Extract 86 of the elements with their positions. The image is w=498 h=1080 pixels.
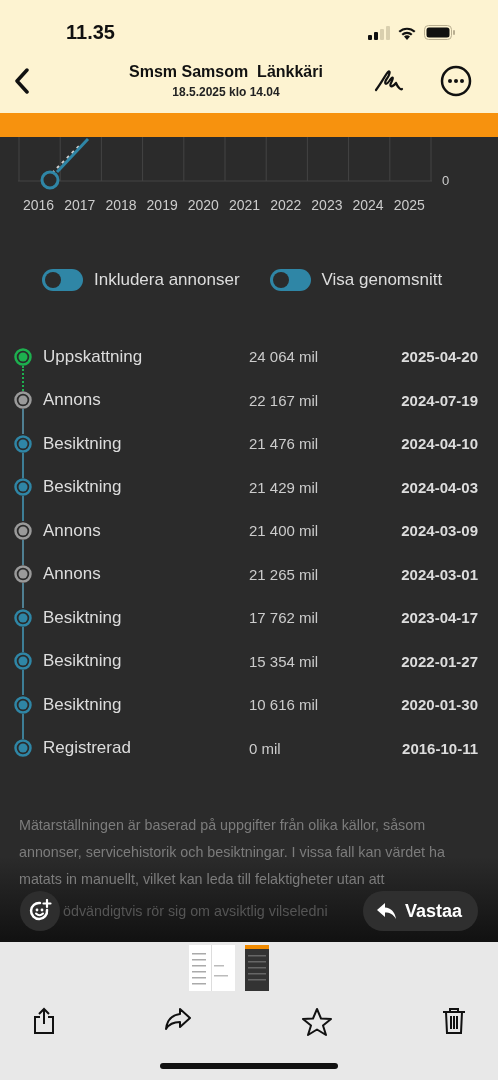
year-label: 2022 [269, 197, 303, 213]
chevron-left-icon [14, 68, 30, 94]
more-icon [440, 65, 472, 97]
mileage-value: 21 265 mil [249, 565, 320, 583]
wifi-icon [397, 25, 417, 40]
chart-line-drawing [40, 137, 90, 190]
year-label: 2025 [392, 197, 426, 213]
scribble-icon [374, 68, 404, 94]
timeline-dot [14, 521, 32, 540]
reply-icon [376, 903, 397, 919]
timeline-dot [14, 608, 32, 627]
year-label: 2021 [227, 197, 262, 213]
timeline-connector [22, 539, 24, 565]
screenshot-thumbnail[interactable] [245, 945, 269, 991]
mileage-value: 15 354 mil [249, 652, 320, 670]
event-date: 2024-04-10 [401, 435, 478, 453]
timeline-dot [14, 434, 32, 453]
reply-button[interactable]: Vastaa [362, 891, 478, 931]
timeline-dot [14, 695, 32, 714]
event-date: 2024-03-01 [401, 565, 478, 583]
event-type: Annons [43, 520, 102, 541]
timeline-dot [14, 347, 32, 366]
event-type: Besiktning [43, 607, 123, 628]
event-type: Annons [43, 390, 102, 411]
year-label: 2020 [186, 197, 220, 213]
timeline-connector [22, 409, 24, 435]
disclaimer-text: Mätarställningen är baserad på uppgifter från olika källor, såsom annonser, servicehistorik och besiktningar. I vissa fall kan värdet ha matats in manuellt, vilket kan leda till felaktigheter utan att [18, 816, 446, 889]
timeline-dot [14, 391, 32, 410]
timeline-connector [22, 365, 24, 391]
mileage-value: 17 762 mil [249, 609, 320, 627]
year-label: 2017 [63, 197, 97, 213]
mileage-value: 21 429 mil [249, 478, 320, 496]
mileage-value: 21 476 mil [249, 435, 320, 453]
timeline-dot [14, 478, 32, 497]
year-label: 2024 [351, 197, 385, 213]
event-type: Besiktning [43, 477, 123, 498]
event-date: 2020-01-30 [401, 696, 478, 714]
mileage-value: 24 064 mil [249, 348, 320, 366]
star-icon [301, 1007, 333, 1037]
year-label: 2019 [145, 197, 179, 213]
status-time: 11.35 [66, 21, 115, 44]
year-label: 2018 [104, 197, 138, 213]
signal-icon [368, 25, 390, 40]
trash-icon [442, 1007, 466, 1035]
event-date: 2024-04-03 [401, 478, 478, 496]
event-type: Registrerad [43, 738, 132, 759]
timeline-dot [14, 739, 32, 758]
event-type: Besiktning [43, 694, 123, 715]
mileage-value: 0 mil [249, 739, 282, 757]
toggle-switch[interactable] [269, 269, 311, 291]
battery-icon [424, 25, 456, 40]
axis-tick-label: 0 [442, 173, 450, 188]
toggle-label: Inkludera annonser [94, 270, 240, 290]
mileage-value: 10 616 mil [249, 696, 320, 714]
disclaimer-text: ödvändigtvis rör sig om avsiktlig vilseledni [63, 903, 329, 919]
event-date: 2023-04-17 [401, 609, 478, 627]
event-date: 2024-03-09 [401, 522, 478, 540]
timeline-dot [14, 652, 32, 671]
message-sender: Smsm Samsom Länkkäri [129, 63, 323, 81]
timeline-connector [22, 670, 24, 696]
share-icon [33, 1007, 55, 1035]
mileage-value: 21 400 mil [249, 522, 320, 540]
timeline-connector [22, 452, 24, 478]
document-thumbnail[interactable] [189, 945, 235, 991]
smiley-plus-icon [28, 899, 52, 923]
event-type: Annons [43, 564, 102, 585]
timeline-connector [22, 626, 24, 652]
forward-arrow-icon [164, 1007, 192, 1031]
event-type: Uppskattning [43, 346, 144, 367]
event-type: Besiktning [43, 651, 123, 672]
mileage-value: 22 167 mil [249, 391, 320, 409]
year-label: 2016 [22, 197, 56, 213]
toggle-label: Visa genomsnitt [321, 270, 443, 290]
event-date: 2022-01-27 [401, 652, 478, 670]
event-date: 2016-10-11 [402, 739, 478, 757]
event-date: 2025-04-20 [401, 348, 478, 366]
year-label: 2023 [310, 197, 344, 213]
message-date: 18.5.2025 klo 14.04 [172, 85, 280, 99]
timeline-connector [22, 583, 24, 609]
timeline-connector [22, 496, 24, 522]
timeline-connector [22, 713, 24, 739]
toggle-switch[interactable] [42, 269, 83, 291]
event-date: 2024-07-19 [401, 391, 478, 409]
timeline-dot [14, 565, 32, 584]
event-type: Besiktning [43, 433, 123, 454]
reaction-button[interactable] [20, 891, 60, 931]
